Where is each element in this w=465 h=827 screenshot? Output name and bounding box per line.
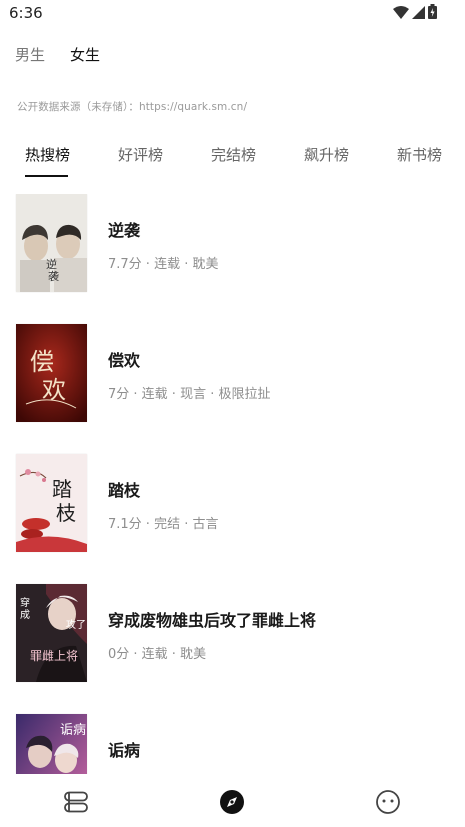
status-bar: 6:36 <box>0 0 465 26</box>
tab-female[interactable]: 女生 <box>70 44 100 65</box>
book-meta: 7分 · 连载 · 现言 · 极限拉扯 <box>108 387 271 402</box>
status-icons <box>393 3 437 23</box>
svg-text:偿: 偿 <box>30 348 54 376</box>
svg-text:成: 成 <box>20 609 30 621</box>
book-title: 逆袭 <box>108 221 141 240</box>
book-item[interactable]: 踏 枝 踏枝 7.1分 · 完结 · 古言 <box>0 454 465 552</box>
cellular-signal-icon <box>412 4 425 23</box>
book-item[interactable]: 偿 欢 偿欢 7分 · 连载 · 现言 · 极限拉扯 <box>0 324 465 422</box>
tab-completed[interactable]: 完结榜 <box>211 144 256 165</box>
book-title: 偿欢 <box>108 351 141 370</box>
tab-new-books[interactable]: 新书榜 <box>397 144 442 165</box>
tab-rising[interactable]: 飙升榜 <box>304 144 349 165</box>
bottom-navigation <box>0 777 465 827</box>
book-item[interactable]: 诟病 诟病 <box>0 714 465 774</box>
svg-text:袭: 袭 <box>48 269 59 283</box>
discover-compass-icon[interactable] <box>219 789 245 815</box>
data-source-note: 公开数据来源（未存储）：https://quark.sm.cn/ <box>17 101 248 113</box>
book-item[interactable]: 穿 成 攻了 罪雌上将 穿成废物雄虫后攻了罪雌上将 0分 · 连载 · 耽美 <box>0 584 465 682</box>
ranking-tabs: 热搜榜 好评榜 完结榜 飙升榜 新书榜 <box>0 140 465 180</box>
book-cover: 偿 欢 <box>16 324 87 422</box>
book-title: 踏枝 <box>108 481 141 500</box>
gender-tabs: 男生 女生 <box>15 44 100 65</box>
book-cover: 诟病 <box>16 714 87 774</box>
svg-text:枝: 枝 <box>56 501 76 525</box>
svg-text:诟病: 诟病 <box>60 723 86 738</box>
book-cover: 踏 枝 <box>16 454 87 552</box>
bookshelf-icon[interactable] <box>63 789 89 815</box>
book-meta: 0分 · 连载 · 耽美 <box>108 647 207 662</box>
book-cover: 逆 袭 <box>16 194 87 292</box>
book-list: 逆 袭 逆袭 7.7分 · 连载 · 耽美 偿 欢 偿欢 7分 · 连载 · 现… <box>0 194 465 774</box>
book-meta: 7.1分 · 完结 · 古言 <box>108 517 219 532</box>
book-title: 诟病 <box>108 741 141 760</box>
cover-lettering: 逆 <box>46 257 57 271</box>
tab-hot-search[interactable]: 热搜榜 <box>25 144 70 165</box>
active-tab-indicator <box>25 175 68 177</box>
svg-text:罪雌上将: 罪雌上将 <box>30 648 78 663</box>
svg-text:踏: 踏 <box>52 477 72 501</box>
book-item[interactable]: 逆 袭 逆袭 7.7分 · 连载 · 耽美 <box>0 194 465 292</box>
book-title: 穿成废物雄虫后攻了罪雌上将 <box>108 611 317 630</box>
wifi-icon <box>393 4 409 23</box>
profile-face-icon[interactable] <box>375 789 401 815</box>
svg-text:穿: 穿 <box>20 596 30 609</box>
status-time: 6:36 <box>9 4 43 22</box>
battery-icon <box>428 3 437 23</box>
svg-text:攻了: 攻了 <box>66 618 86 631</box>
tab-male[interactable]: 男生 <box>15 44 45 65</box>
book-meta: 7.7分 · 连载 · 耽美 <box>108 257 219 272</box>
book-cover: 穿 成 攻了 罪雌上将 <box>16 584 87 682</box>
tab-top-rated[interactable]: 好评榜 <box>118 144 163 165</box>
